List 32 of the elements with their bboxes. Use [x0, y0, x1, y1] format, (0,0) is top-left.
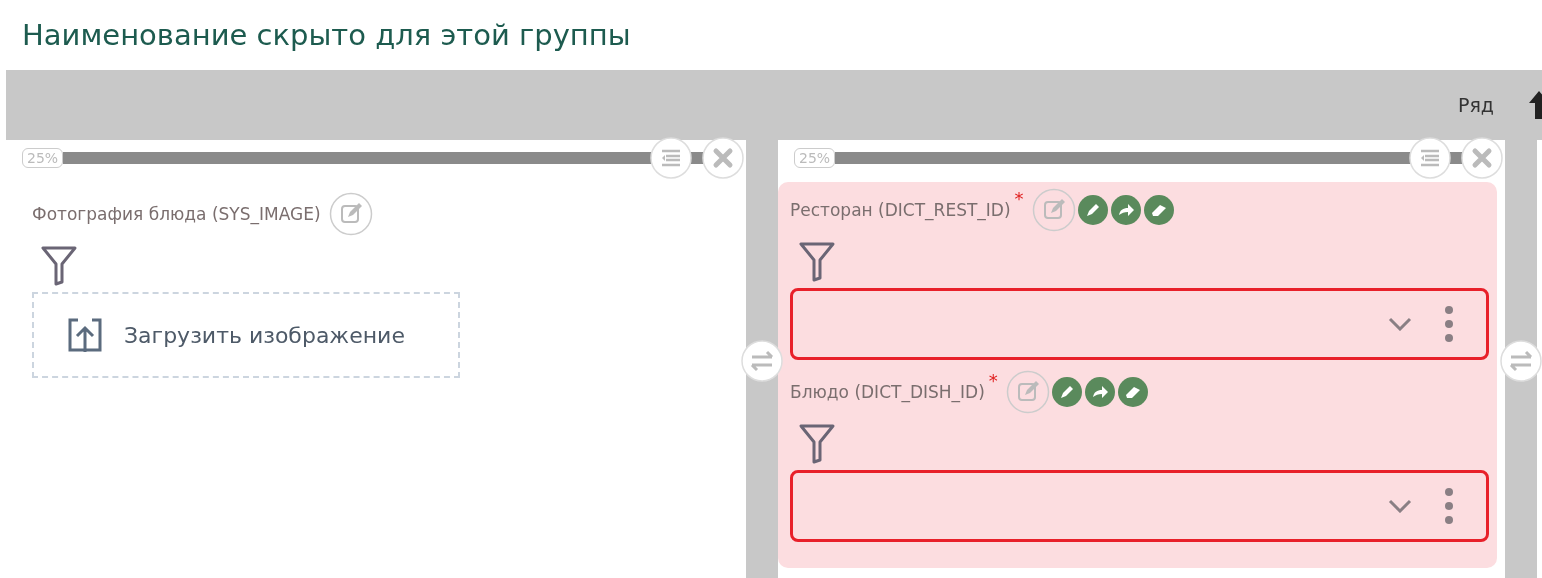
- field-label: Ресторан (DICT_REST_ID): [790, 200, 1011, 220]
- close-icon[interactable]: [702, 137, 744, 179]
- filter-icon[interactable]: [798, 422, 836, 464]
- row-label: Ряд: [1457, 94, 1494, 116]
- swap-icon[interactable]: [1500, 340, 1542, 382]
- chevron-down-icon[interactable]: [1388, 317, 1412, 331]
- column-header-bar[interactable]: [835, 152, 1465, 164]
- filter-icon[interactable]: [40, 244, 78, 286]
- column-header-bar[interactable]: [63, 152, 706, 164]
- more-icon[interactable]: [1444, 305, 1454, 343]
- width-badge: 25%: [794, 148, 836, 168]
- field-label: Блюдо (DICT_DISH_ID): [790, 382, 985, 402]
- eraser-icon[interactable]: [1142, 194, 1175, 226]
- list-icon[interactable]: [650, 137, 692, 179]
- list-icon[interactable]: [1409, 137, 1451, 179]
- required-mark: *: [1014, 188, 1024, 209]
- pencil-icon[interactable]: [1050, 376, 1083, 408]
- pencil-icon[interactable]: [1076, 194, 1109, 226]
- more-icon[interactable]: [1444, 487, 1454, 525]
- filter-icon[interactable]: [798, 240, 836, 282]
- group-title: Наименование скрыто для этой группы: [21, 17, 632, 54]
- eraser-icon[interactable]: [1116, 376, 1149, 408]
- close-icon[interactable]: [1461, 137, 1503, 179]
- select-field[interactable]: [790, 288, 1489, 360]
- select-field[interactable]: [790, 470, 1489, 542]
- upload-button[interactable]: Загрузить изображение: [32, 292, 460, 378]
- chevron-down-icon[interactable]: [1388, 499, 1412, 513]
- edit-icon[interactable]: [328, 192, 373, 236]
- width-badge: 25%: [22, 148, 64, 168]
- swap-icon[interactable]: [741, 340, 783, 382]
- field-label: Фотография блюда (SYS_IMAGE): [32, 204, 321, 224]
- required-mark: *: [988, 370, 998, 391]
